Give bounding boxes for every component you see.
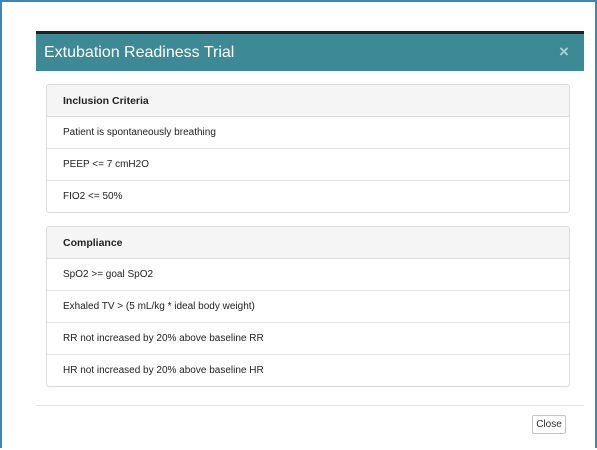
modal-title: Extubation Readiness Trial [44, 44, 235, 61]
modal-dialog: Extubation Readiness Trial × Inclusion C… [36, 31, 584, 450]
close-button[interactable]: Close [532, 415, 566, 434]
close-icon[interactable]: × [556, 43, 572, 61]
list-item-label: SpO2 >= goal SpO2 [63, 269, 154, 280]
panel-heading: Compliance [47, 227, 569, 259]
modal-header: Extubation Readiness Trial × [36, 34, 584, 71]
list-item-label: FIO2 <= 50% [63, 191, 123, 202]
list-item-label: HR not increased by 20% above baseline H… [63, 365, 264, 376]
list-item-label: RR not increased by 20% above baseline R… [63, 333, 264, 344]
panel-heading-label: Inclusion Criteria [63, 95, 149, 107]
list-item: HR not increased by 20% above baseline H… [47, 355, 569, 386]
list-item-label: PEEP <= 7 cmH2O [63, 159, 149, 170]
page-frame: Extubation Readiness Trial × Inclusion C… [0, 0, 597, 450]
list-item-label: Exhaled TV > (5 mL/kg * ideal body weigh… [63, 301, 255, 312]
inclusion-criteria-panel: Inclusion Criteria Patient is spontaneou… [46, 84, 570, 213]
list-item: PEEP <= 7 cmH2O [47, 149, 569, 181]
list-item: RR not increased by 20% above baseline R… [47, 323, 569, 355]
modal-footer-divider [36, 405, 584, 406]
list-item: Patient is spontaneously breathing [47, 117, 569, 149]
list-item: SpO2 >= goal SpO2 [47, 259, 569, 291]
list-item-label: Patient is spontaneously breathing [63, 127, 216, 138]
panel-heading: Inclusion Criteria [47, 85, 569, 117]
list-item: FIO2 <= 50% [47, 181, 569, 212]
list-item: Exhaled TV > (5 mL/kg * ideal body weigh… [47, 291, 569, 323]
compliance-panel: Compliance SpO2 >= goal SpO2 Exhaled TV … [46, 226, 570, 387]
panel-heading-label: Compliance [63, 237, 123, 249]
